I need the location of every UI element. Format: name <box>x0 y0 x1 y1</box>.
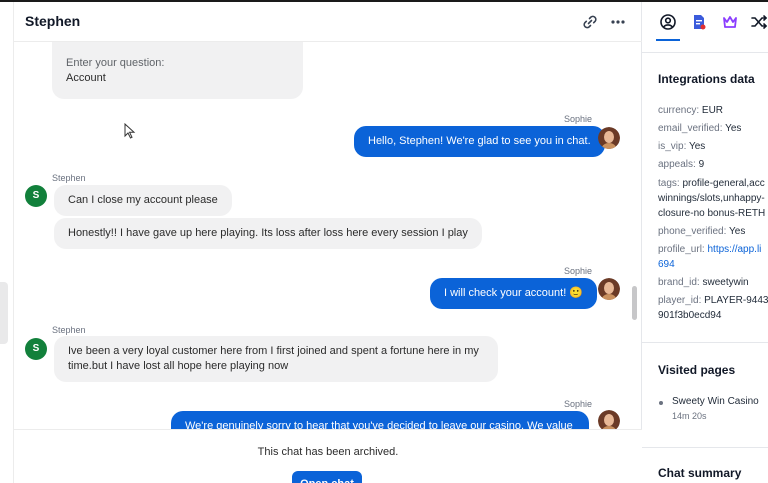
message-text: I will check your account! 🙂 <box>444 287 584 299</box>
link-icon[interactable] <box>580 12 600 32</box>
visited-page-time: 14m 20s <box>672 411 707 421</box>
message-text: Hello, Stephen! We're glad to see you in… <box>368 135 591 147</box>
sidebar-tabs <box>642 2 768 42</box>
visited-page-name: Sweety Win Casino <box>672 396 759 407</box>
field-tags: tags: profile-general,acc <box>658 178 765 189</box>
field-player-id-cont: 901f3b0ecd94 <box>658 310 722 321</box>
field-phone-verified: phone_verified: Yes <box>658 226 746 237</box>
mouse-cursor-icon <box>124 123 136 139</box>
field-tags-cont: winnings/slots,unhappy- <box>658 193 765 204</box>
field-tags-cont: closure-no bonus-RETH <box>658 208 766 219</box>
form-answer-value: Account <box>66 72 106 84</box>
form-question-label: Enter your question: <box>66 57 165 69</box>
message-text: Ive been a very loyal customer here from… <box>68 345 479 357</box>
field-player-id: player_id: PLAYER-9443 <box>658 295 768 306</box>
message-bubble-out: We're genuinely sorry to hear that you'v… <box>171 411 589 429</box>
sender-name: Sophie <box>564 399 593 409</box>
field-appeals: appeals: 9 <box>658 159 705 170</box>
field-profile-url-cont[interactable]: 694 <box>658 257 675 273</box>
field-is-vip: is_vip: Yes <box>658 141 706 152</box>
message-text: Honestly!! I have gave up here playing. … <box>68 227 468 239</box>
list-bullet <box>659 401 663 405</box>
chat-header: Stephen <box>14 2 642 42</box>
message-text: time.but I have lost all hope here playi… <box>68 360 289 372</box>
divider <box>642 52 768 53</box>
open-chat-button[interactable]: Open chat <box>292 471 362 483</box>
message-bubble-in: Can I close my account please <box>54 185 232 216</box>
chat-summary-title: Chat summary <box>658 466 742 480</box>
visited-pages-title: Visited pages <box>658 363 736 377</box>
form-answer-bubble: Enter your question: Account <box>52 42 303 99</box>
agent-avatar <box>598 278 620 300</box>
chat-panel: Stephen Enter your question: Account Sop… <box>14 2 642 483</box>
app-window: Stephen Enter your question: Account Sop… <box>0 0 768 483</box>
sender-name: Stephen <box>52 173 86 183</box>
message-bubble-out: I will check your account! 🙂 <box>430 278 598 309</box>
doc-icon[interactable] <box>690 13 708 31</box>
left-rail-handle[interactable] <box>0 282 8 344</box>
chat-title: Stephen <box>25 13 81 29</box>
user-circle-icon[interactable] <box>659 13 677 31</box>
crown-icon[interactable] <box>721 13 739 31</box>
customer-avatar: S <box>25 338 47 360</box>
more-icon[interactable] <box>608 12 628 32</box>
agent-avatar <box>598 410 620 429</box>
agent-avatar <box>598 127 620 149</box>
archive-bar: This chat has been archived. Open chat <box>14 429 642 483</box>
field-brand-id: brand_id: sweetywin <box>658 277 749 288</box>
shuffle-icon[interactable] <box>750 13 768 31</box>
message-bubble-out: Hello, Stephen! We're glad to see you in… <box>354 126 605 157</box>
field-email-verified: email_verified: Yes <box>658 123 742 134</box>
field-currency: currency: EUR <box>658 105 724 116</box>
divider <box>642 447 768 448</box>
details-sidebar: Integrations data currency: EUR email_ve… <box>642 2 768 483</box>
sender-name: Sophie <box>564 114 593 124</box>
message-bubble-in: Ive been a very loyal customer here from… <box>54 336 498 382</box>
message-bubble-in: Honestly!! I have gave up here playing. … <box>54 218 482 249</box>
archived-notice: This chat has been archived. <box>257 446 399 458</box>
message-text: We're genuinely sorry to hear that you'v… <box>185 420 573 429</box>
sender-name: Stephen <box>52 325 86 335</box>
field-profile-url[interactable]: profile_url: https://app.li <box>658 242 761 258</box>
sender-name: Sophie <box>564 266 593 276</box>
scrollbar-thumb[interactable] <box>632 286 637 320</box>
customer-avatar: S <box>25 185 47 207</box>
message-list[interactable]: Enter your question: Account Sophie Hell… <box>14 42 642 429</box>
integrations-title: Integrations data <box>658 72 755 86</box>
message-text: Can I close my account please <box>68 194 218 206</box>
active-tab-indicator <box>656 39 680 41</box>
divider <box>642 342 768 343</box>
left-rail <box>0 2 14 483</box>
